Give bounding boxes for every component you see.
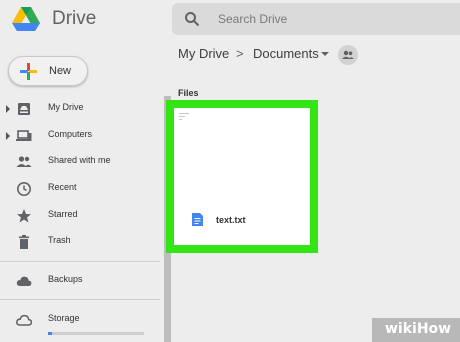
storage-fill (48, 332, 52, 335)
sidebar-item-my-drive[interactable]: My Drive (0, 98, 160, 120)
breadcrumb-separator: > (236, 46, 244, 61)
sidebar: New My Drive Computers Shared with me Re… (0, 38, 160, 342)
divider (0, 261, 160, 262)
search-box[interactable] (172, 3, 460, 35)
cloud-outline-icon (16, 314, 32, 326)
star-icon (17, 209, 31, 223)
clock-icon (17, 182, 31, 196)
watermark-text: wikiHow (385, 321, 452, 337)
file-name: text.txt (216, 215, 246, 225)
sidebar-item-storage[interactable]: Storage (0, 309, 160, 331)
sidebar-item-starred[interactable]: Starred (0, 205, 160, 227)
plus-icon (20, 63, 37, 80)
my-drive-icon (18, 103, 30, 115)
sidebar-item-label: Backups (48, 274, 83, 284)
wikihow-watermark: wikiHow (372, 318, 460, 342)
search-icon[interactable] (184, 11, 200, 27)
shared-icon (16, 156, 32, 167)
sidebar-item-label: Computers (48, 129, 93, 139)
breadcrumb-my-drive[interactable]: My Drive (178, 46, 229, 61)
chevron-down-icon[interactable] (321, 52, 329, 56)
cloud-icon (16, 276, 32, 286)
new-button[interactable]: New (8, 56, 88, 86)
expand-arrow-icon[interactable] (6, 105, 10, 113)
sidebar-item-label: Storage (48, 313, 80, 323)
drive-logo-icon[interactable] (12, 7, 40, 31)
computers-icon (16, 130, 32, 141)
app-title: Drive (52, 8, 97, 29)
sidebar-item-label: Starred (48, 209, 78, 219)
text-file-icon (192, 213, 203, 226)
divider (0, 299, 160, 300)
expand-arrow-icon[interactable] (6, 132, 10, 140)
new-label: New (49, 65, 72, 77)
storage-bar (48, 332, 144, 335)
sidebar-item-shared-with-me[interactable]: Shared with me (0, 151, 160, 173)
files-heading: Files (178, 88, 199, 98)
sidebar-item-label: Shared with me (48, 155, 111, 165)
sidebar-item-recent[interactable]: Recent (0, 178, 160, 200)
search-input[interactable] (218, 10, 438, 28)
trash-icon (19, 235, 29, 249)
sidebar-item-computers[interactable]: Computers (0, 125, 160, 147)
share-people-icon[interactable] (338, 45, 358, 65)
sidebar-item-label: Recent (48, 182, 77, 192)
sidebar-item-trash[interactable]: Trash (0, 231, 160, 253)
sidebar-item-backups[interactable]: Backups (0, 270, 160, 292)
file-card[interactable]: text.txt (166, 100, 318, 253)
breadcrumb-documents[interactable]: Documents (253, 46, 319, 61)
file-preview-thumbnail (179, 113, 189, 120)
sidebar-item-label: My Drive (48, 102, 84, 112)
sidebar-item-label: Trash (48, 235, 71, 245)
top-bar: Drive (0, 0, 460, 38)
